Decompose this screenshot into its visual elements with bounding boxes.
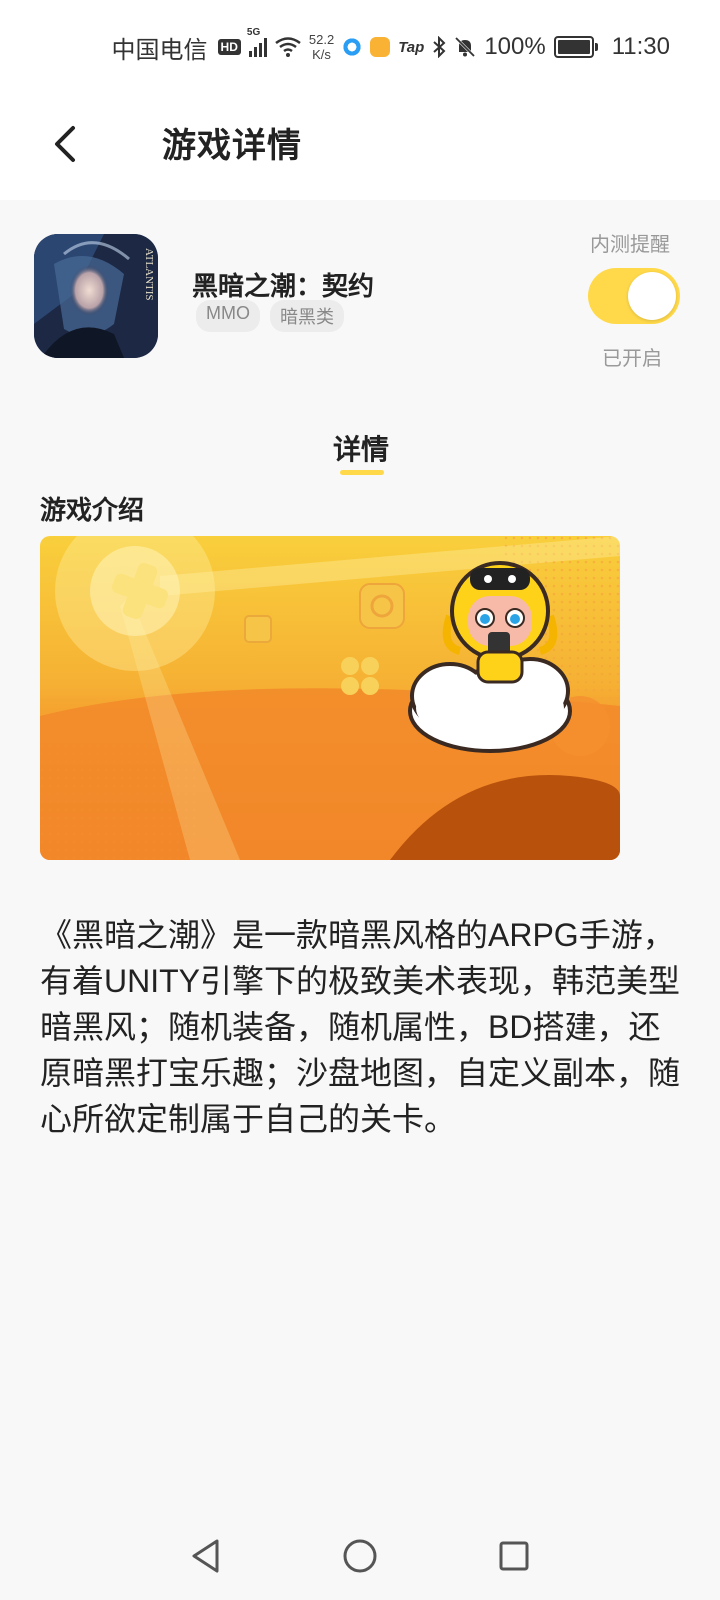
nav-back-button[interactable] xyxy=(182,1532,230,1580)
hd-icon: HD xyxy=(217,39,241,55)
tab-details[interactable]: 详情 xyxy=(333,428,389,468)
beta-reminder-state: 已开启 xyxy=(602,348,662,370)
nav-home-button[interactable] xyxy=(336,1532,384,1580)
game-name: 黑暗之潮：契约 xyxy=(192,271,375,301)
bluetooth-icon xyxy=(433,36,446,58)
nav-recents-button[interactable] xyxy=(490,1532,538,1580)
tag-mmo: MMO xyxy=(196,300,260,332)
toggle-knob xyxy=(628,272,676,320)
system-nav-bar xyxy=(0,1510,720,1600)
signal-icon: 5G xyxy=(247,27,267,57)
tap-app-icon: Tap xyxy=(398,38,425,56)
battery-percent: 100% xyxy=(484,33,546,60)
carrier-label: 中国电信 xyxy=(111,36,208,64)
circle-home-icon xyxy=(343,1539,377,1573)
game-icon-text: ATLANTIS xyxy=(143,248,155,301)
beta-reminder-toggle[interactable] xyxy=(588,268,680,324)
wifi-icon xyxy=(275,37,301,57)
status-bar: 中国电信 HD 5G 52.2 K/s Tap 100% 11:30 xyxy=(0,0,720,92)
beta-reminder-label: 内测提醒 xyxy=(590,234,670,256)
back-button[interactable] xyxy=(34,114,94,174)
chevron-left-icon xyxy=(55,126,75,162)
game-tags: MMO 暗黑类 xyxy=(196,300,344,332)
triangle-back-icon xyxy=(192,1539,219,1573)
game-description: 《黑暗之潮》是一款暗黑风格的ARPG手游，有着UNITY引擎下的极致美术表现，韩… xyxy=(40,917,681,1137)
network-speed: 52.2 K/s xyxy=(308,32,335,62)
app-header: 游戏详情 xyxy=(0,92,720,200)
game-intro-banner xyxy=(40,536,620,860)
battery-icon xyxy=(553,36,598,58)
tag-dark: 暗黑类 xyxy=(270,300,344,332)
browser-app-icon xyxy=(342,37,363,57)
page-title: 游戏详情 xyxy=(162,127,302,165)
tab-indicator xyxy=(340,470,384,475)
clock: 11:30 xyxy=(611,33,670,60)
cup-app-icon xyxy=(370,37,391,57)
bell-muted-icon xyxy=(455,36,476,58)
status-icons: 中国电信 HD 5G 52.2 K/s Tap 100% 11:30 xyxy=(111,27,670,64)
square-recents-icon xyxy=(499,1541,529,1571)
game-icon: ATLANTIS xyxy=(34,234,158,358)
section-title: 游戏介绍 xyxy=(40,495,145,525)
